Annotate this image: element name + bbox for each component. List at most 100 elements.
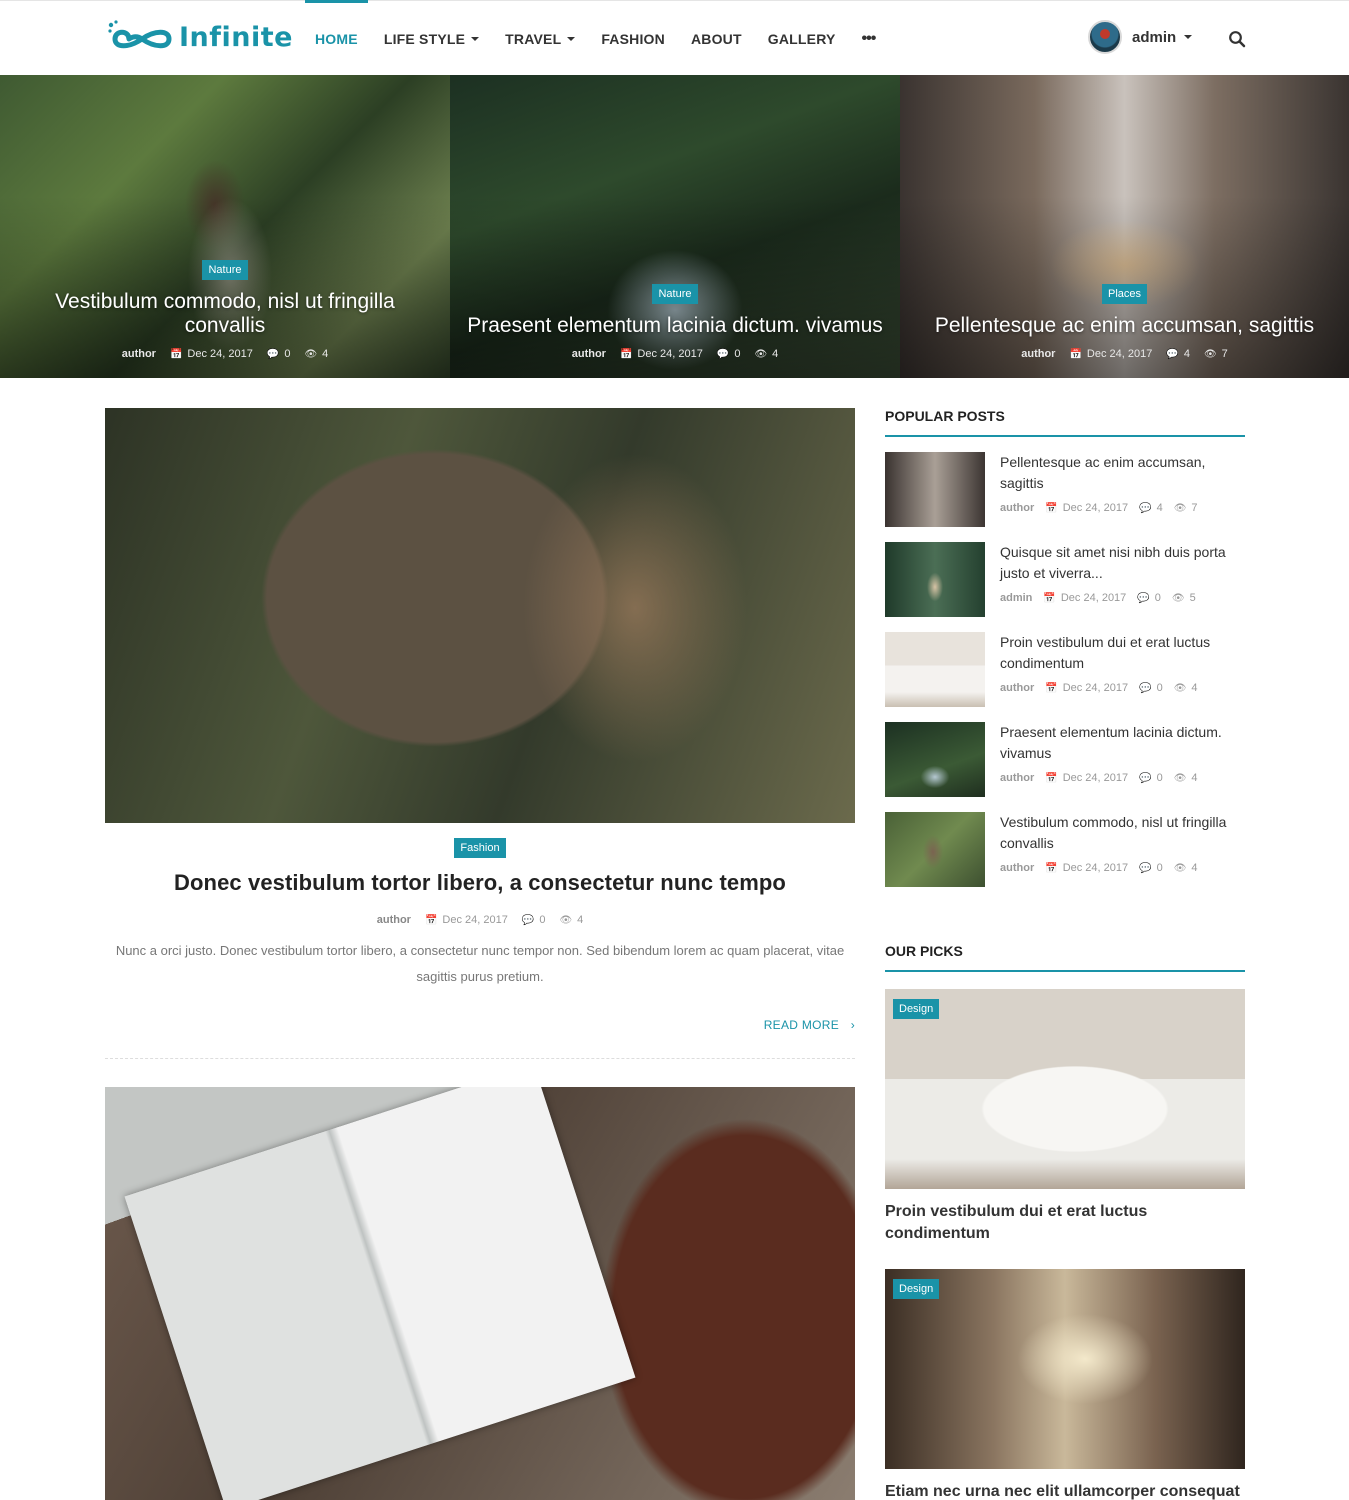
nav-fashion[interactable]: FASHION [588,1,678,76]
category-badge[interactable]: Places [1101,284,1148,304]
nav-home[interactable]: HOME [302,0,371,76]
nav-more-button[interactable]: ••• [849,1,889,76]
nav-about[interactable]: ABOUT [678,1,755,76]
comment-count: 0 [1154,592,1161,604]
read-more-link[interactable]: READ MORE › [105,1018,855,1032]
popular-post-thumbnail[interactable] [885,722,985,797]
category-badge[interactable]: Nature [202,260,248,280]
hero-slide[interactable]: Nature Praesent elementum lacinia dictum… [450,75,900,378]
hero-slide-title[interactable]: Praesent elementum lacinia dictum. vivam… [450,314,900,338]
read-more-label: READ MORE [763,1018,840,1032]
popular-post-item[interactable]: Pellentesque ac enim accumsan, sagittis … [885,452,1245,542]
comments-icon: 💬 [1166,348,1179,360]
popular-post-item[interactable]: Quisque sit amet nisi nibh duis porta ju… [885,542,1245,632]
post-author[interactable]: admin [1000,592,1032,604]
category-badge[interactable]: Design [893,999,940,1019]
post-meta: author 📅 Dec 24, 2017 💬 4 👁 7 [1000,502,1245,514]
post-excerpt: Nunc a orci justo. Donec vestibulum tort… [115,943,845,984]
post-author[interactable]: author [1000,772,1034,784]
hero-slide[interactable]: Nature Vestibulum commodo, nisl ut fring… [0,75,450,378]
eye-icon: 👁 [1173,862,1187,874]
post-meta: author 📅 Dec 24, 2017 💬 0 👁 4 [1000,682,1245,694]
nav-gallery[interactable]: GALLERY [755,1,849,76]
post-featured-image[interactable] [105,408,855,823]
our-picks-widget: OUR PICKS Design Proin vestibulum dui et… [885,943,1245,1500]
search-button[interactable] [1228,30,1246,48]
hero-slide-title[interactable]: Vestibulum commodo, nisl ut fringilla co… [0,290,450,338]
popular-post-thumbnail[interactable] [885,452,985,527]
post-author[interactable]: author [1021,348,1055,360]
view-count: 4 [1191,682,1198,694]
popular-post-thumbnail[interactable] [885,632,985,707]
popular-post-info: Quisque sit amet nisi nibh duis porta ju… [1000,542,1245,632]
post-title[interactable]: Donec vestibulum tortor libero, a consec… [105,870,855,896]
category-badge[interactable]: Design [893,1279,940,1299]
popular-post-item[interactable]: Praesent elementum lacinia dictum. vivam… [885,722,1245,812]
comments-icon: 💬 [1139,772,1152,784]
comments-icon: 💬 [716,348,730,360]
popular-post-item[interactable]: Proin vestibulum dui et erat luctus cond… [885,632,1245,722]
popular-post-info: Vestibulum commodo, nisl ut fringilla co… [1000,812,1245,902]
pick-item[interactable]: Design Proin vestibulum dui et erat luct… [885,989,1245,1245]
nav-about-label: ABOUT [690,30,742,47]
calendar-icon: 📅 [169,348,183,360]
pick-title[interactable]: Etiam nec urna nec elit ullamcorper cons… [885,1481,1245,1500]
popular-post-thumbnail[interactable] [885,812,985,887]
view-count: 4 [577,914,584,926]
eye-icon: 👁 [1171,592,1185,604]
post-author[interactable]: author [122,348,156,360]
post-author[interactable]: author [1000,862,1034,874]
popular-post-title[interactable]: Proin vestibulum dui et erat luctus cond… [1000,632,1245,674]
pick-image[interactable]: Design [885,989,1245,1189]
category-badge[interactable]: Fashion [454,838,506,858]
popular-post-thumbnail[interactable] [885,542,985,617]
eye-icon: 👁 [1173,502,1187,514]
popular-posts-list: Pellentesque ac enim accumsan, sagittis … [885,452,1245,902]
caret-down-icon [471,36,480,41]
comments-icon: 💬 [1139,862,1152,874]
view-count: 4 [1191,862,1198,874]
chevron-right-icon: › [850,1018,855,1032]
popular-post-item[interactable]: Vestibulum commodo, nisl ut fringilla co… [885,812,1245,902]
main-nav: HOME LIFE STYLE TRAVEL FASHION ABOUT GAL… [302,0,889,76]
hero-slide[interactable]: Places Pellentesque ac enim accumsan, sa… [900,75,1349,378]
comment-count: 0 [734,348,741,360]
eye-icon: 👁 [754,348,768,360]
post-date: Dec 24, 2017 [1062,682,1129,694]
view-count: 5 [1189,592,1196,604]
post-author[interactable]: author [1000,502,1034,514]
view-count: 4 [772,348,779,360]
popular-post-title[interactable]: Vestibulum commodo, nisl ut fringilla co… [1000,812,1245,854]
nav-travel[interactable]: TRAVEL [492,1,588,76]
calendar-icon: 📅 [1045,772,1058,784]
popular-posts-title: POPULAR POSTS [885,408,1245,437]
comment-count: 0 [1156,682,1163,694]
hero-slide-title[interactable]: Pellentesque ac enim accumsan, sagittis [900,314,1349,338]
category-badge[interactable]: Nature [652,284,698,304]
post-date: Dec 24, 2017 [637,348,703,360]
post-meta: author 📅 Dec 24, 2017 💬 4 👁 7 [900,348,1349,360]
popular-post-info: Proin vestibulum dui et erat luctus cond… [1000,632,1245,722]
view-count: 7 [1191,502,1198,514]
post-author[interactable]: author [572,348,606,360]
logo-text: Infinite [179,21,293,53]
eye-icon: 👁 [304,348,318,360]
comment-count: 4 [1183,348,1190,360]
post-featured-image[interactable] [105,1087,855,1500]
post-meta: author 📅 Dec 24, 2017 💬 0 👁 4 [105,914,855,926]
post-author[interactable]: author [1000,682,1034,694]
pick-item[interactable]: Design Etiam nec urna nec elit ullamcorp… [885,1269,1245,1500]
nav-life-style-label: LIFE STYLE [383,30,466,47]
pick-title[interactable]: Proin vestibulum dui et erat luctus cond… [885,1201,1245,1245]
nav-fashion-label: FASHION [601,30,665,47]
user-menu[interactable]: admin [1088,19,1193,55]
view-count: 4 [322,348,329,360]
nav-life-style[interactable]: LIFE STYLE [371,1,492,76]
pick-image[interactable]: Design [885,1269,1245,1469]
popular-post-title[interactable]: Praesent elementum lacinia dictum. vivam… [1000,722,1245,764]
popular-post-title[interactable]: Pellentesque ac enim accumsan, sagittis [1000,452,1245,494]
site-logo[interactable]: Infinite [107,19,293,55]
post-author[interactable]: author [377,914,411,926]
popular-post-title[interactable]: Quisque sit amet nisi nibh duis porta ju… [1000,542,1245,584]
post-meta: author 📅 Dec 24, 2017 💬 0 👁 4 [0,348,450,360]
